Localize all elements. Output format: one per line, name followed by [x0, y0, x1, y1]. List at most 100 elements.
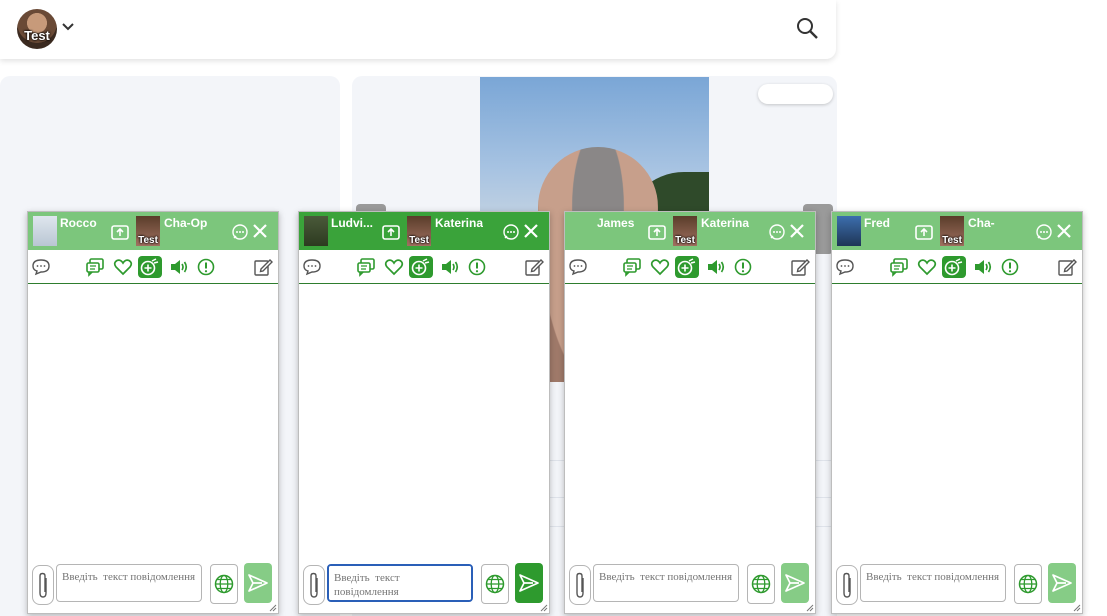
send-button[interactable] — [515, 563, 543, 603]
contact-photo[interactable] — [304, 216, 328, 246]
chat-window: James Test Katerina — [564, 211, 816, 614]
more-options-icon[interactable] — [767, 222, 787, 242]
paperclip-icon[interactable] — [836, 565, 858, 605]
resize-handle-icon[interactable] — [1073, 604, 1081, 612]
info-icon[interactable] — [466, 256, 488, 278]
close-icon[interactable] — [252, 223, 268, 239]
chat-bubble-icon[interactable] — [834, 256, 856, 278]
chat-footer — [832, 557, 1082, 613]
group-photo[interactable]: Test — [673, 216, 697, 246]
group-photo[interactable]: Test — [407, 216, 431, 246]
edit-icon[interactable] — [1056, 256, 1078, 278]
chat-bubble-icon[interactable] — [30, 256, 52, 278]
contact-photo[interactable] — [570, 216, 594, 246]
messages-icon[interactable] — [888, 256, 910, 278]
volume-icon[interactable] — [439, 256, 461, 278]
heart-icon[interactable] — [649, 256, 671, 278]
more-options-icon[interactable] — [1034, 222, 1054, 242]
messages-icon[interactable] — [621, 256, 643, 278]
edit-icon[interactable] — [789, 256, 811, 278]
chat-toolbar — [28, 250, 278, 284]
chat-footer — [299, 557, 549, 613]
chat-bubble-icon[interactable] — [301, 256, 323, 278]
messages-icon[interactable] — [84, 256, 106, 278]
gift-icon[interactable] — [138, 256, 162, 278]
more-options-icon[interactable] — [230, 222, 250, 242]
close-icon[interactable] — [1056, 223, 1072, 239]
edit-icon[interactable] — [252, 256, 274, 278]
message-input[interactable] — [327, 564, 473, 602]
share-screen-icon[interactable] — [381, 222, 401, 242]
contact-name[interactable]: Rocco — [60, 216, 97, 230]
message-input[interactable] — [860, 564, 1006, 602]
group-name[interactable]: Katerina — [435, 216, 483, 230]
resize-handle-icon[interactable] — [269, 604, 277, 612]
share-screen-icon[interactable] — [110, 222, 130, 242]
group-name[interactable]: Cha-Op — [164, 216, 207, 230]
contact-photo[interactable] — [33, 216, 57, 246]
gift-icon[interactable] — [409, 256, 433, 278]
chat-footer — [28, 557, 278, 613]
top-bar: Test — [0, 0, 836, 59]
chat-header[interactable]: Rocco Test Cha-Op — [28, 212, 278, 250]
resize-handle-icon[interactable] — [806, 604, 814, 612]
chat-window: Fred Test Cha- — [831, 211, 1083, 614]
contact-name[interactable]: Ludvi... — [331, 216, 373, 230]
info-icon[interactable] — [732, 256, 754, 278]
chat-header[interactable]: Ludvi... Test Katerina — [299, 212, 549, 250]
contact-photo[interactable] — [837, 216, 861, 246]
send-button[interactable] — [1048, 563, 1076, 603]
globe-icon[interactable] — [481, 564, 509, 604]
paperclip-icon[interactable] — [303, 565, 325, 605]
share-screen-icon[interactable] — [647, 222, 667, 242]
chat-footer — [565, 557, 815, 613]
globe-icon[interactable] — [1014, 564, 1042, 604]
paperclip-icon[interactable] — [569, 565, 591, 605]
heart-icon[interactable] — [916, 256, 938, 278]
paperclip-icon[interactable] — [32, 565, 54, 605]
more-options-icon[interactable] — [501, 222, 521, 242]
chat-toolbar — [299, 250, 549, 284]
group-photo[interactable]: Test — [940, 216, 964, 246]
globe-icon[interactable] — [210, 564, 238, 604]
chat-toolbar — [565, 250, 815, 284]
globe-icon[interactable] — [747, 564, 775, 604]
send-button[interactable] — [244, 563, 272, 603]
contact-name[interactable]: James — [597, 216, 634, 230]
close-icon[interactable] — [789, 223, 805, 239]
gift-icon[interactable] — [675, 256, 699, 278]
group-name[interactable]: Katerina — [701, 216, 749, 230]
info-icon[interactable] — [195, 256, 217, 278]
volume-icon[interactable] — [972, 256, 994, 278]
send-button[interactable] — [781, 563, 809, 603]
resize-handle-icon[interactable] — [540, 604, 548, 612]
contact-name[interactable]: Fred — [864, 216, 890, 230]
user-avatar[interactable]: Test — [17, 9, 57, 49]
group-badge: Test — [409, 235, 429, 246]
group-badge: Test — [675, 235, 695, 246]
message-input[interactable] — [593, 564, 739, 602]
share-screen-icon[interactable] — [914, 222, 934, 242]
volume-icon[interactable] — [705, 256, 727, 278]
chat-header[interactable]: Fred Test Cha- — [832, 212, 1082, 250]
edit-icon[interactable] — [523, 256, 545, 278]
heart-icon[interactable] — [383, 256, 405, 278]
avatar-label: Test — [24, 28, 50, 43]
group-badge: Test — [942, 235, 962, 246]
status-pill — [758, 84, 833, 104]
avatar-image: Test — [17, 9, 57, 49]
chevron-down-icon[interactable] — [61, 19, 75, 33]
chat-window: Ludvi... Test Katerina — [298, 211, 550, 614]
info-icon[interactable] — [999, 256, 1021, 278]
heart-icon[interactable] — [112, 256, 134, 278]
messages-icon[interactable] — [355, 256, 377, 278]
close-icon[interactable] — [523, 223, 539, 239]
volume-icon[interactable] — [168, 256, 190, 278]
group-photo[interactable]: Test — [136, 216, 160, 246]
gift-icon[interactable] — [942, 256, 966, 278]
group-name[interactable]: Cha- — [968, 216, 995, 230]
search-icon[interactable] — [795, 16, 819, 40]
message-input[interactable] — [56, 564, 202, 602]
chat-bubble-icon[interactable] — [567, 256, 589, 278]
chat-header[interactable]: James Test Katerina — [565, 212, 815, 250]
